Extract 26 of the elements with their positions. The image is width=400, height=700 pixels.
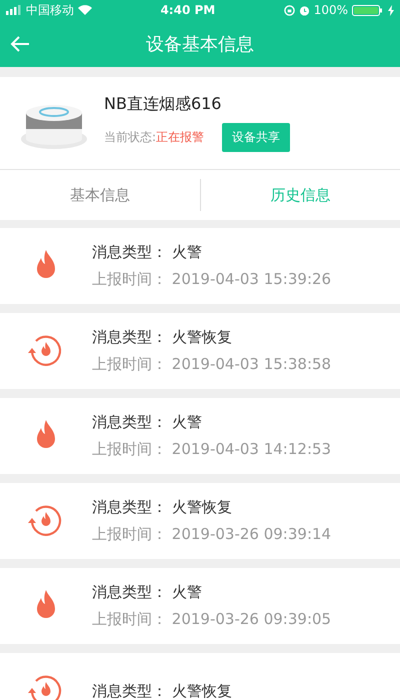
battery-percent: 100% xyxy=(314,3,348,17)
rotation-lock-icon xyxy=(284,4,295,16)
tab[interactable]: 历史信息 xyxy=(200,178,400,212)
page-title: 设备基本信息 xyxy=(146,32,254,56)
share-device-button[interactable]: 设备共享 xyxy=(222,123,290,152)
message-type: 消息类型： 火警恢复 xyxy=(92,328,233,347)
message-type: 消息类型： 火警 xyxy=(92,583,203,602)
message-type: 消息类型： 火警 xyxy=(92,413,203,432)
wifi-icon xyxy=(78,5,92,15)
device-name: NB直连烟感616 xyxy=(104,94,222,115)
carrier-name: 中国移动 xyxy=(26,2,74,18)
tab[interactable]: 基本信息 xyxy=(0,178,200,212)
message-type: 消息类型： 火警恢复 xyxy=(92,682,232,700)
device-status: 当前状态:正在报警 xyxy=(104,129,204,146)
report-time: 上报时间： 2019-03-26 09:39:05 xyxy=(92,610,332,629)
alarm-clock-icon xyxy=(298,4,310,16)
report-time: 上报时间： 2019-04-03 15:38:58 xyxy=(92,355,332,374)
clock-time: 4:40 PM xyxy=(159,3,216,17)
signal-icon xyxy=(6,5,22,15)
message-type: 消息类型： 火警 xyxy=(92,243,203,262)
report-time: 上报时间： 2019-03-26 09:39:14 xyxy=(92,525,332,544)
battery-icon xyxy=(352,4,384,16)
message-type: 消息类型： 火警恢复 xyxy=(92,498,233,517)
report-time: 上报时间： 2019-04-03 15:39:26 xyxy=(92,270,332,289)
report-time: 上报时间： 2019-04-03 14:12:53 xyxy=(92,440,332,459)
charging-icon xyxy=(388,4,394,16)
